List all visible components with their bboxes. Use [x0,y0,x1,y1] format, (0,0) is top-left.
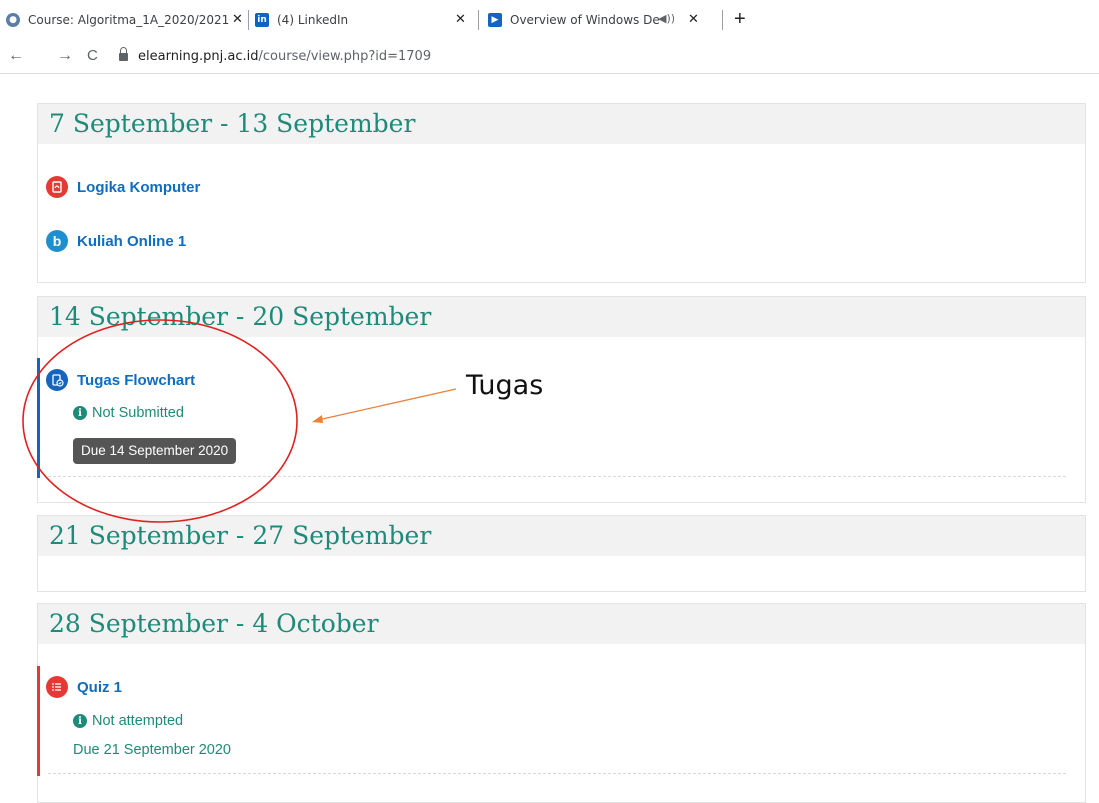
highlight-ellipse [22,319,298,523]
arrow-head-icon [312,415,323,423]
annotation-label: Tugas [466,370,544,401]
annotation-overlay [22,319,457,523]
annotation-arrow [317,388,457,421]
